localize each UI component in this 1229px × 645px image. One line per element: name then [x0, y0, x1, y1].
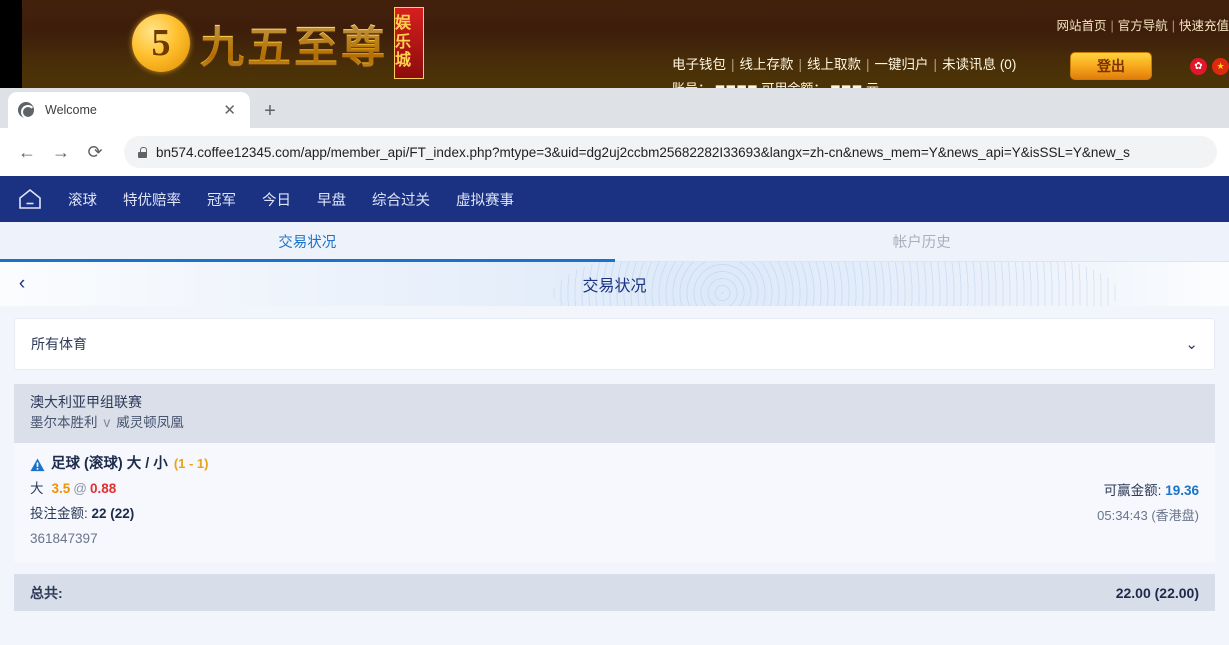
versus-label: v: [103, 415, 111, 430]
selection-row: 大 3.5 @0.88: [30, 476, 1199, 502]
nav-item-early[interactable]: 早盘: [317, 189, 346, 210]
nav-item-live[interactable]: 滚球: [68, 189, 97, 210]
site-account-links[interactable]: 电子钱包 | 线上存款 | 线上取款 | 一键归户 | 未读讯息 (0): [672, 53, 1016, 73]
away-team: 威灵顿凤凰: [116, 415, 184, 430]
total-label: 总共:: [30, 584, 63, 601]
top-link-deposit[interactable]: 快速充值: [1179, 19, 1229, 33]
warning-triangle-icon: [30, 457, 45, 471]
site-top-links[interactable]: 网站首页 | 官方导航 | 快速充值: [1056, 15, 1229, 34]
section-tabs: 交易状况 帐户历史: [0, 222, 1229, 262]
link-separator: |: [798, 57, 803, 72]
at-symbol: @: [73, 481, 87, 497]
site-header-background: 5 九五至尊 娱乐城 网站首页 | 官方导航 | 快速充值 电子钱包 | 线上存款 | 线上取款…: [0, 0, 1229, 92]
close-icon[interactable]: ✕: [219, 101, 240, 119]
nav-item-champion[interactable]: 冠军: [207, 189, 236, 210]
top-link-home[interactable]: 网站首页: [1056, 19, 1106, 33]
league-name: 澳大利亚甲组联赛: [30, 394, 142, 410]
reload-button[interactable]: ⟳: [80, 137, 110, 167]
back-button[interactable]: ←: [12, 137, 42, 167]
browser-window: Welcome ✕ + ← → ⟳ bn574.coffee12345.com/…: [0, 88, 1229, 645]
sport-filter-value: 所有体育: [31, 336, 87, 352]
link-separator: |: [1171, 19, 1175, 33]
browser-tab[interactable]: Welcome ✕: [8, 92, 250, 128]
lock-icon: [138, 146, 147, 158]
filter-section: 所有体育 ⌄: [0, 306, 1229, 370]
logo-badge: 娱乐城: [394, 7, 424, 79]
globe-icon: [18, 102, 35, 119]
link-separator: |: [933, 57, 938, 72]
browser-tab-title: Welcome: [45, 103, 97, 117]
nav-item-today[interactable]: 今日: [262, 189, 291, 210]
account-link-transfer[interactable]: 一键归户: [875, 57, 929, 72]
handicap-value: 3.5: [51, 481, 71, 497]
bet-summary-right: 可赢金额: 19.36 05:34:43 (香港盘): [1097, 479, 1199, 529]
account-link-messages[interactable]: 未读讯息 (0): [942, 57, 1016, 72]
link-separator: |: [731, 57, 735, 72]
page-header: ‹ 交易状况: [0, 262, 1229, 306]
stake-row: 投注金额: 22 (22): [30, 502, 1199, 527]
chevron-down-icon: ⌄: [1185, 336, 1198, 353]
match-score: (1 - 1): [173, 456, 209, 472]
stake-label: 投注金额:: [30, 506, 88, 522]
account-link-wallet[interactable]: 电子钱包: [672, 57, 726, 72]
sport-filter-select[interactable]: 所有体育 ⌄: [14, 318, 1215, 370]
match-header: 澳大利亚甲组联赛 墨尔本胜利 v 威灵顿凤凰: [14, 384, 1215, 443]
language-flags[interactable]: ✿ ★: [1190, 58, 1229, 75]
url-text: bn574.coffee12345.com/app/member_api/FT_…: [156, 144, 1130, 160]
page-title: 交易状况: [582, 278, 647, 295]
bet-details: 足球 (滚球) 大 / 小 (1 - 1) 大 3.5 @0.88 投注金额: 22…: [14, 443, 1215, 562]
forward-button[interactable]: →: [46, 137, 76, 167]
nav-item-parlay[interactable]: 综合过关: [372, 189, 430, 210]
main-navigation: 滚球 特优赔率 冠军 今日 早盘 综合过关 虚拟赛事: [0, 176, 1229, 222]
browser-omnibar: ← → ⟳ bn574.coffee12345.com/app/member_a…: [0, 128, 1229, 176]
account-link-withdraw[interactable]: 线上取款: [807, 57, 861, 72]
home-team: 墨尔本胜利: [30, 415, 98, 430]
match-teams: 墨尔本胜利 v 威灵顿凤凰: [30, 413, 1199, 434]
tab-account-history[interactable]: 帐户历史: [615, 222, 1229, 261]
logout-button[interactable]: 登出: [1070, 52, 1152, 80]
nav-item-virtual[interactable]: 虚拟赛事: [456, 189, 514, 210]
page-content: 滚球 特优赔率 冠军 今日 早盘 综合过关 虚拟赛事 交易状况 帐户历史 ‹ 交…: [0, 176, 1229, 645]
site-banner: 5 九五至尊 娱乐城 网站首页 | 官方导航 | 快速充值 电子钱包 | 线上存款 | 线上取款…: [22, 0, 1229, 90]
bet-type-row: 足球 (滚球) 大 / 小 (1 - 1): [30, 453, 1199, 476]
link-separator: |: [866, 57, 870, 72]
bet-card[interactable]: 澳大利亚甲组联赛 墨尔本胜利 v 威灵顿凤凰 足球 (滚球) 大 / 小 (1 - …: [14, 384, 1215, 563]
top-link-guide[interactable]: 官方导航: [1118, 19, 1168, 33]
potential-win-row: 可赢金额: 19.36: [1097, 479, 1199, 504]
link-separator: |: [1110, 19, 1114, 33]
bet-list: 澳大利亚甲组联赛 墨尔本胜利 v 威灵顿凤凰 足球 (滚球) 大 / 小 (1 - …: [0, 370, 1229, 612]
site-logo[interactable]: 5 九五至尊 娱乐城: [132, 4, 424, 82]
total-row: 总共: 22.00 (22.00): [14, 574, 1215, 612]
ticket-id: 361847397: [30, 531, 98, 547]
address-bar[interactable]: bn574.coffee12345.com/app/member_api/FT_…: [124, 136, 1217, 168]
total-value: 22.00 (22.00): [1115, 584, 1199, 601]
hong-kong-flag-icon[interactable]: ✿: [1190, 58, 1207, 75]
browser-tabstrip: Welcome ✕ +: [0, 88, 1229, 128]
account-link-deposit[interactable]: 线上存款: [740, 57, 794, 72]
nav-item-special-odds[interactable]: 特优赔率: [123, 189, 181, 210]
bet-timestamp: 05:34:43 (香港盘): [1097, 507, 1199, 523]
china-flag-icon[interactable]: ★: [1212, 58, 1229, 75]
logo-brand-name: 九五至尊: [200, 11, 388, 75]
new-tab-button[interactable]: +: [258, 99, 282, 123]
tab-transaction-status[interactable]: 交易状况: [0, 222, 615, 262]
potential-win-value: 19.36: [1165, 482, 1199, 498]
stake-value: 22 (22): [91, 506, 135, 522]
home-icon[interactable]: [18, 188, 42, 210]
selection-pick: 大: [30, 481, 44, 497]
potential-win-label: 可赢金额:: [1103, 482, 1162, 498]
logo-mark-icon: 5: [132, 14, 190, 72]
bet-type-label: 足球 (滚球) 大 / 小: [51, 455, 168, 472]
odds-value: 0.88: [90, 481, 117, 497]
